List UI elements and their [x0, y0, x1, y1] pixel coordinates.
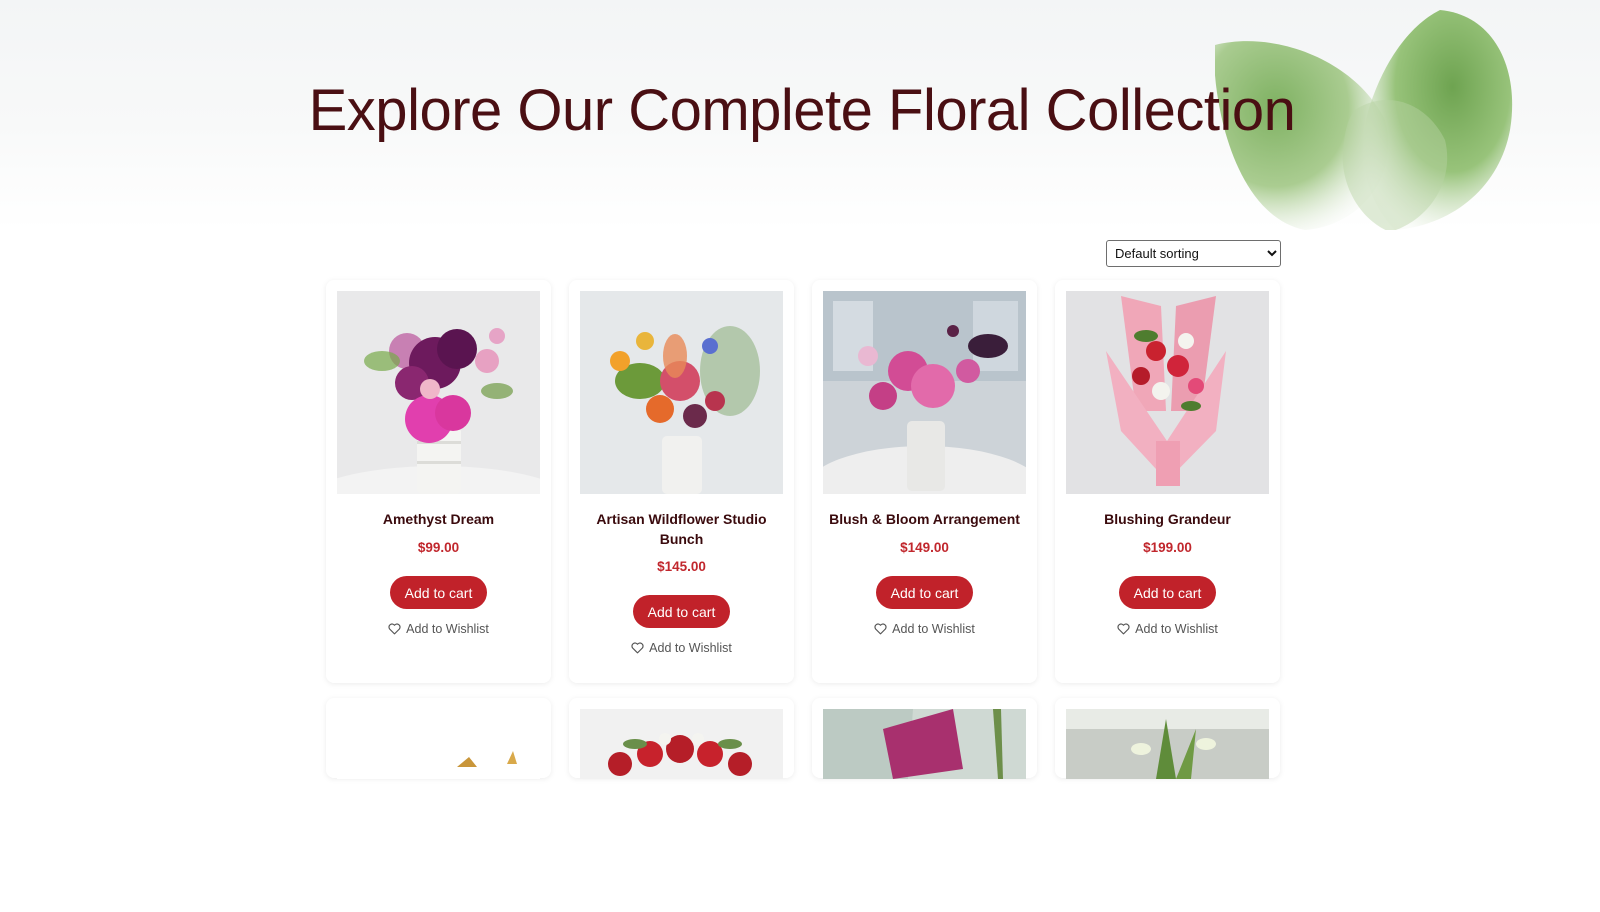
wishlist-label: Add to Wishlist [892, 622, 975, 636]
product-image[interactable] [337, 291, 540, 494]
product-name[interactable]: Blushing Grandeur [1065, 510, 1270, 530]
heart-outline-icon [1117, 623, 1130, 635]
product-card [569, 698, 794, 779]
heart-outline-icon [631, 642, 644, 654]
product-price: $99.00 [417, 540, 460, 555]
product-card: Artisan Wildflower Studio Bunch $145.00 … [569, 280, 794, 683]
wishlist-label: Add to Wishlist [406, 622, 489, 636]
sort-select[interactable]: Default sorting [1106, 240, 1281, 267]
add-to-wishlist-link[interactable]: Add to Wishlist [1055, 622, 1280, 636]
add-to-cart-button[interactable]: Add to cart [876, 576, 973, 609]
product-name[interactable]: Amethyst Dream [336, 510, 541, 530]
product-card [812, 698, 1037, 779]
add-to-cart-button[interactable]: Add to cart [1119, 576, 1216, 609]
product-card: Amethyst Dream $99.00 Add to cart Add to… [326, 280, 551, 683]
product-card: Blush & Bloom Arrangement $149.00 Add to… [812, 280, 1037, 683]
page-title: Explore Our Complete Floral Collection [308, 78, 1296, 143]
product-price: $199.00 [1143, 540, 1192, 555]
add-to-cart-button[interactable]: Add to cart [633, 595, 730, 628]
wishlist-label: Add to Wishlist [1135, 622, 1218, 636]
add-to-wishlist-link[interactable]: Add to Wishlist [812, 622, 1037, 636]
product-price: $149.00 [900, 540, 949, 555]
product-card [326, 698, 551, 779]
add-to-cart-button[interactable]: Add to cart [390, 576, 487, 609]
product-price: $145.00 [657, 559, 706, 574]
hero-banner: Explore Our Complete Floral Collection [0, 0, 1600, 230]
product-card: Blushing Grandeur $199.00 Add to cart Ad… [1055, 280, 1280, 683]
product-image[interactable] [580, 291, 783, 494]
heart-outline-icon [388, 623, 401, 635]
wishlist-label: Add to Wishlist [649, 641, 732, 655]
product-image[interactable] [823, 709, 1026, 912]
add-to-wishlist-link[interactable]: Add to Wishlist [569, 641, 794, 655]
product-name[interactable]: Artisan Wildflower Studio Bunch [579, 510, 784, 549]
product-image[interactable] [823, 291, 1026, 494]
product-image[interactable] [580, 709, 783, 912]
product-image[interactable] [1066, 291, 1269, 494]
product-image[interactable] [1066, 709, 1269, 912]
heart-outline-icon [874, 623, 887, 635]
product-card [1055, 698, 1280, 779]
product-name[interactable]: Blush & Bloom Arrangement [822, 510, 1027, 530]
product-image[interactable] [337, 709, 540, 912]
add-to-wishlist-link[interactable]: Add to Wishlist [326, 622, 551, 636]
